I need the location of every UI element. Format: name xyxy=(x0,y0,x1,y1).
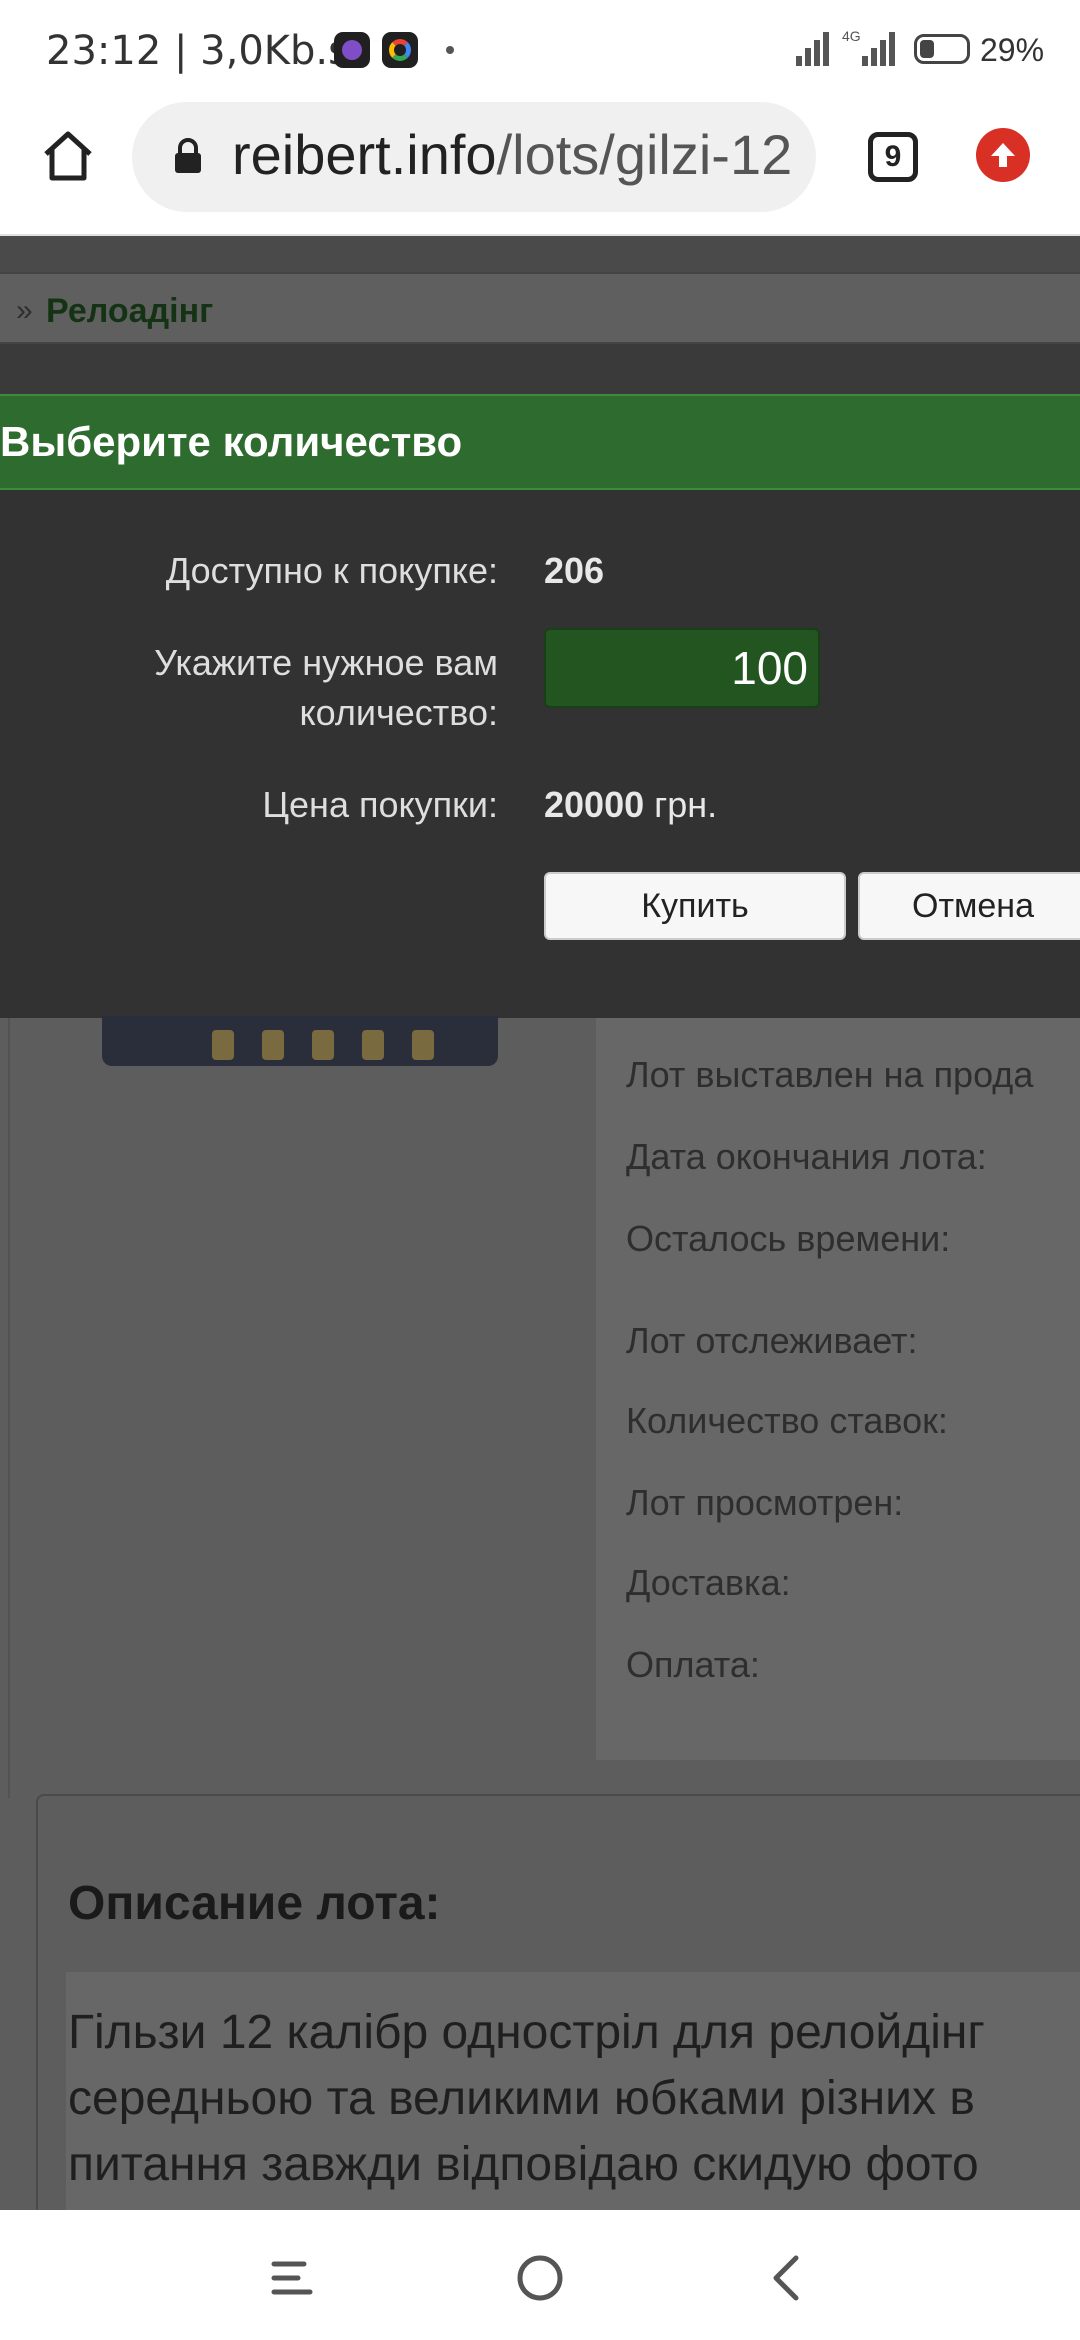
url-host: reibert.info xyxy=(232,123,497,186)
battery-level: 29% xyxy=(980,32,1045,68)
status-time: 23:12 | 3,0Kb.s xyxy=(46,28,349,74)
lot-info-label: Осталось времени: xyxy=(626,1218,951,1259)
price-value: 20000 грн. xyxy=(544,784,718,825)
cancel-button[interactable]: Отмена xyxy=(858,872,1080,940)
update-icon[interactable] xyxy=(976,128,1030,182)
lot-info-label: Дата окончания лота: xyxy=(626,1136,987,1177)
description-line: Гільзи 12 калібр одностріл для релойдінг xyxy=(68,2006,985,2059)
available-label: Доступно к покупке: xyxy=(165,550,498,591)
quantity-input[interactable] xyxy=(544,628,820,708)
page-header-strip xyxy=(0,236,1080,272)
lock-icon xyxy=(175,138,201,173)
lot-info-label: Лот просмотрен: xyxy=(626,1482,904,1523)
menu-icon[interactable] xyxy=(264,2250,320,2306)
viber-icon xyxy=(334,32,370,68)
description-line: питання завжди відповідаю скидую фото xyxy=(68,2138,979,2191)
lot-info-label: Лот отслеживает: xyxy=(626,1320,918,1361)
url-path: /lots/gilzi-12 xyxy=(496,123,793,186)
battery-icon xyxy=(914,34,970,64)
quantity-label: Укажите нужное вам количество: xyxy=(154,642,498,733)
price-label: Цена покупки: xyxy=(262,784,498,825)
tabs-button[interactable]: 9 xyxy=(868,132,918,182)
lot-info-label: Оплата: xyxy=(626,1644,760,1685)
signal-icon xyxy=(796,30,836,66)
google-icon xyxy=(382,32,418,68)
lot-info-label: Лот выставлен на прода xyxy=(626,1054,1034,1095)
breadcrumb: » Релоадінг xyxy=(0,272,1080,344)
lot-info-label: Количество ставок: xyxy=(626,1400,948,1441)
home-nav-icon[interactable] xyxy=(512,2250,568,2306)
overlay-backdrop xyxy=(0,344,1080,394)
lot-image[interactable] xyxy=(102,1016,498,1066)
quantity-dialog: Выберите количество Доступно к покупке: … xyxy=(0,394,1080,1018)
dialog-header: Выберите количество xyxy=(0,394,1080,490)
buy-button[interactable]: Купить xyxy=(544,872,846,940)
breadcrumb-link[interactable]: Релоадінг xyxy=(46,292,213,331)
url-text: reibert.info/lots/gilzi-12 xyxy=(232,122,792,187)
status-bar: 23:12 | 3,0Kb.s 4G 29% xyxy=(0,0,1080,100)
description-title: Описание лота: xyxy=(68,1877,441,1930)
description-line: середньою та великими юбками різних в xyxy=(68,2072,975,2125)
description-text: Гільзи 12 калібр одностріл для релойдінг… xyxy=(68,2000,985,2198)
dialog-title: Выберите количество xyxy=(0,418,463,465)
navigation-bar xyxy=(0,2210,1080,2340)
notification-dot-icon xyxy=(446,46,454,54)
lot-info-label: Доставка: xyxy=(626,1562,791,1603)
browser-toolbar: reibert.info/lots/gilzi-12 9 xyxy=(0,100,1080,236)
back-icon[interactable] xyxy=(760,2250,816,2306)
breadcrumb-separator: » xyxy=(16,294,33,327)
address-bar[interactable]: reibert.info/lots/gilzi-12 xyxy=(132,102,816,212)
available-value: 206 xyxy=(544,550,605,591)
home-icon[interactable] xyxy=(40,128,96,184)
network-type-label: 4G xyxy=(842,28,861,44)
page-border xyxy=(8,1018,10,1798)
lot-info-panel: Лот выставлен на прода Дата окончания ло… xyxy=(596,1018,1080,1760)
signal-icon-2 xyxy=(862,30,902,66)
